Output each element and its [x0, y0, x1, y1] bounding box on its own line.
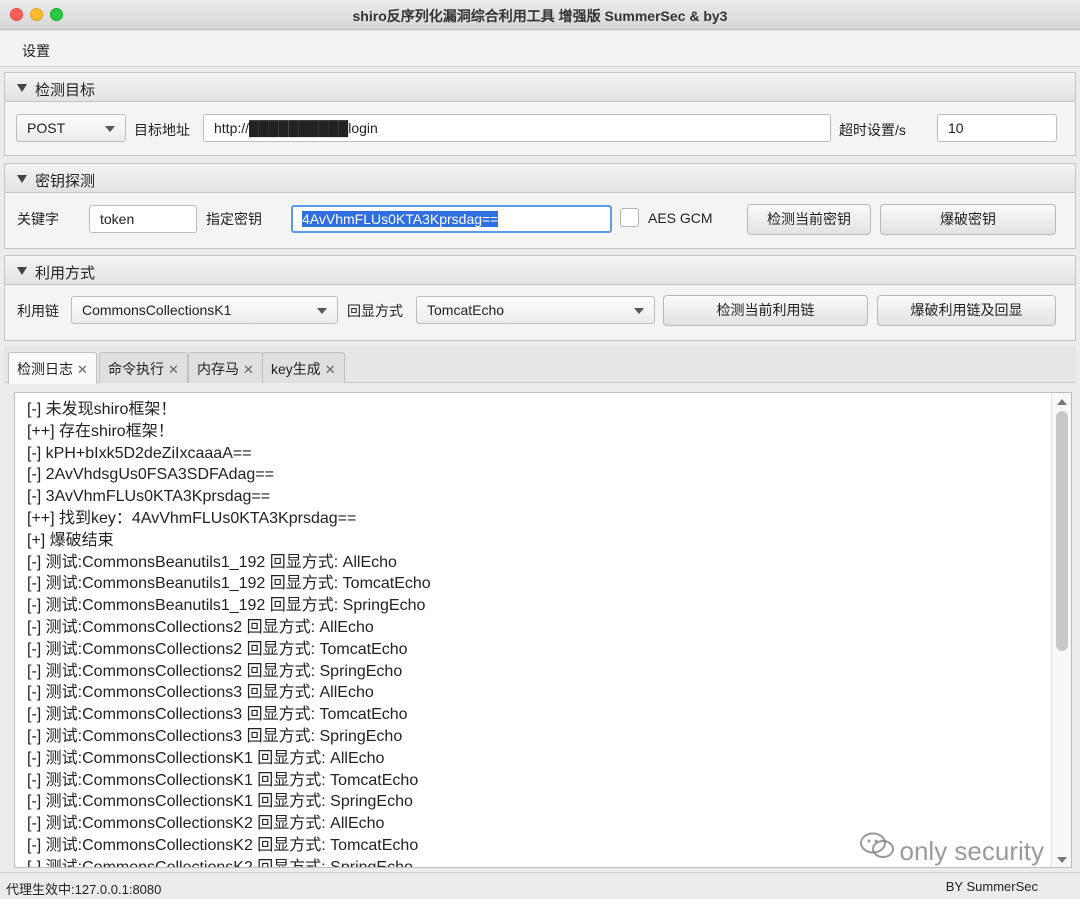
scroll-up-icon[interactable] — [1057, 399, 1067, 405]
section-exploit-title: 利用方式 — [35, 265, 96, 282]
tab-label: 内存马 — [197, 361, 239, 377]
check-key-button[interactable]: 检测当前密钥 — [747, 204, 871, 235]
title-bar: shiro反序列化漏洞综合利用工具 增强版 SummerSec & by3 — [0, 0, 1080, 30]
log-line: [-] 测试:CommonsCollections3 回显方式: AllEcho — [27, 684, 374, 702]
tab-detect-log[interactable]: 检测日志 ✕ — [8, 352, 97, 384]
tab-label: key生成 — [271, 361, 321, 377]
section-target-header[interactable]: 检测目标 — [4, 72, 1076, 102]
aes-gcm-label: AES GCM — [648, 210, 713, 226]
section-target-title: 检测目标 — [35, 82, 96, 99]
tab-label: 命令执行 — [108, 361, 164, 377]
log-line: [-] 测试:CommonsCollectionsK1 回显方式: Spring… — [27, 793, 413, 811]
menu-settings[interactable]: 设置 — [22, 41, 50, 61]
vertical-scrollbar[interactable] — [1051, 393, 1071, 867]
wechat-icon — [859, 832, 894, 867]
section-target-body: POST 目标地址 http://██████████login 超时设置/s … — [4, 102, 1076, 156]
tab-memshell[interactable]: 内存马 ✕ — [188, 352, 263, 383]
chain-label: 利用链 — [17, 303, 59, 319]
chevron-down-icon — [105, 126, 115, 132]
log-line: [-] 2AvVhdsgUs0FSA3SDFAdag== — [27, 466, 274, 484]
collapse-triangle-icon — [17, 267, 27, 275]
timeout-input[interactable]: 10 — [937, 114, 1057, 142]
log-line: [++] 存在shiro框架！ — [27, 422, 174, 440]
section-key-title: 密钥探测 — [35, 173, 96, 190]
log-line: [-] 3AvVhmFLUs0KTA3Kprsdag== — [27, 488, 271, 506]
echo-label: 回显方式 — [347, 303, 403, 319]
chevron-down-icon — [317, 308, 327, 314]
log-line: [-] 测试:CommonsCollectionsK1 回显方式: Tomcat… — [27, 771, 419, 789]
log-line: [-] kPH+bIxk5D2deZiIxcaaaA== — [27, 444, 252, 462]
log-line: [-] 测试:CommonsCollections3 回显方式: TomcatE… — [27, 706, 408, 724]
tab-bar: 检测日志 ✕ 命令执行 ✕ 内存马 ✕ key生成 ✕ — [4, 347, 1076, 384]
key-input[interactable]: 4AvVhmFLUs0KTA3Kprsdag== — [291, 205, 612, 233]
tab-key-gen[interactable]: key生成 ✕ — [262, 352, 345, 383]
log-line: [+] 爆破结束 — [27, 531, 114, 549]
key-label: 指定密钥 — [206, 211, 262, 227]
echo-value: TomcatEcho — [427, 302, 505, 318]
section-exploit-body: 利用链 CommonsCollectionsK1 回显方式 TomcatEcho… — [4, 285, 1076, 341]
method-value: POST — [27, 120, 66, 136]
proxy-status: 代理生效中:127.0.0.1:8080 — [6, 882, 162, 897]
check-chain-button[interactable]: 检测当前利用链 — [663, 295, 868, 326]
keyword-label: 关键字 — [17, 211, 59, 227]
tab-command-exec[interactable]: 命令执行 ✕ — [99, 352, 188, 383]
brute-chain-button[interactable]: 爆破利用链及回显 — [877, 295, 1056, 326]
close-icon[interactable]: ✕ — [77, 362, 88, 377]
tab-label: 检测日志 — [17, 361, 73, 377]
aes-gcm-checkbox[interactable] — [620, 208, 639, 227]
close-icon[interactable]: ✕ — [243, 362, 254, 377]
method-select[interactable]: POST — [16, 114, 126, 142]
author-credit: BY SummerSec — [945, 879, 1038, 894]
log-line: [-] 测试:CommonsBeanutils1_192 回显方式: Sprin… — [27, 597, 426, 615]
close-icon[interactable]: ✕ — [168, 362, 179, 377]
log-line: [-] 测试:CommonsCollections2 回显方式: TomcatE… — [27, 640, 408, 658]
timeout-label: 超时设置/s — [839, 122, 906, 138]
scrollbar-thumb[interactable] — [1056, 411, 1068, 651]
watermark-text: only security — [899, 836, 1045, 866]
chevron-down-icon — [634, 308, 644, 314]
menu-bar: 设置 — [0, 31, 1080, 67]
chain-value: CommonsCollectionsK1 — [82, 302, 232, 318]
echo-select[interactable]: TomcatEcho — [416, 296, 655, 324]
url-input[interactable]: http://██████████login — [203, 114, 831, 142]
log-lines: [-] 未发现shiro框架！ [++] 存在shiro框架！ [-] kPH+… — [27, 399, 1047, 867]
window-title: shiro反序列化漏洞综合利用工具 增强版 SummerSec & by3 — [352, 8, 728, 24]
log-line: [-] 测试:CommonsBeanutils1_192 回显方式: Tomca… — [27, 575, 431, 593]
url-label: 目标地址 — [134, 122, 190, 138]
section-key-body: 关键字 token 指定密钥 4AvVhmFLUs0KTA3Kprsdag== … — [4, 193, 1076, 249]
brute-key-button[interactable]: 爆破密钥 — [880, 204, 1056, 235]
collapse-triangle-icon — [17, 84, 27, 92]
keyword-input[interactable]: token — [89, 205, 197, 233]
log-line: [++] 找到key：4AvVhmFLUs0KTA3Kprsdag== — [27, 509, 357, 527]
log-line: [-] 测试:CommonsCollections3 回显方式: SpringE… — [27, 727, 403, 745]
status-bar: 代理生效中:127.0.0.1:8080 BY SummerSec — [0, 872, 1080, 899]
chain-select[interactable]: CommonsCollectionsK1 — [71, 296, 338, 324]
section-exploit-header[interactable]: 利用方式 — [4, 255, 1076, 285]
scroll-down-icon[interactable] — [1057, 857, 1067, 863]
log-line: [-] 测试:CommonsCollectionsK1 回显方式: AllEch… — [27, 749, 385, 767]
log-line: [-] 未发现shiro框架！ — [27, 401, 177, 418]
key-input-selected-text: 4AvVhmFLUs0KTA3Kprsdag== — [302, 211, 499, 227]
log-textarea[interactable]: [-] 未发现shiro框架！ [++] 存在shiro框架！ [-] kPH+… — [14, 392, 1072, 868]
log-line: [-] 测试:CommonsCollections2 回显方式: AllEcho — [27, 618, 374, 636]
collapse-triangle-icon — [17, 175, 27, 183]
log-line: [-] 测试:CommonsBeanutils1_192 回显方式: AllEc… — [27, 553, 397, 571]
watermark: only security — [859, 832, 1045, 867]
close-icon[interactable]: ✕ — [325, 362, 336, 377]
log-line: [-] 测试:CommonsCollections2 回显方式: SpringE… — [27, 662, 403, 680]
section-key-header[interactable]: 密钥探测 — [4, 163, 1076, 193]
